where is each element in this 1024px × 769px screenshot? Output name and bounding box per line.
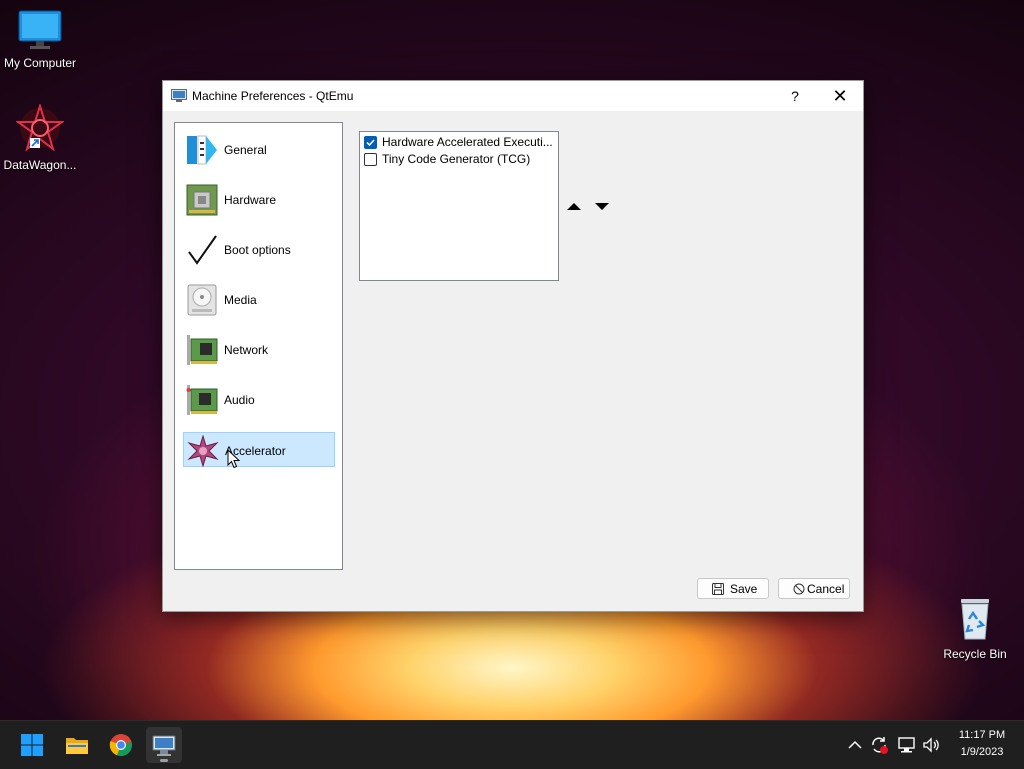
chrome-icon	[109, 734, 132, 757]
category-label: Audio	[224, 393, 255, 407]
mouse-cursor-icon	[227, 449, 240, 469]
category-label: Hardware	[224, 193, 277, 207]
active-app-indicator	[160, 759, 168, 762]
accelerator-label: Tiny Code Generator (TCG)	[382, 152, 531, 166]
checkmark-icon	[188, 235, 217, 265]
chevron-up-icon[interactable]	[845, 735, 865, 755]
help-button[interactable]: ?	[772, 81, 818, 111]
clock-time: 11:17 PM	[958, 729, 1006, 741]
qtemu-app-icon	[152, 735, 176, 756]
system-clock[interactable]: 11:17 PM 1/9/2023	[944, 727, 1020, 761]
save-button-label: Save	[730, 582, 758, 596]
category-label: Media	[224, 293, 257, 307]
monitor-icon	[18, 10, 62, 49]
category-item-hardware[interactable]: Hardware	[183, 182, 335, 217]
category-label: Boot options	[224, 243, 291, 257]
category-item-media[interactable]: Media	[183, 282, 335, 317]
save-button[interactable]: Save	[697, 578, 769, 599]
drive-icon	[187, 284, 217, 316]
floppy-disk-icon	[712, 583, 724, 595]
accelerator-list: Hardware Accelerated Executi... Tiny Cod…	[359, 131, 559, 281]
category-list: General Hardware Boot options Media Netw…	[174, 122, 343, 570]
accelerator-row-haxm[interactable]: Hardware Accelerated Executi...	[364, 134, 554, 151]
desktop-icon-label: DataWagon...	[3, 158, 77, 172]
category-item-accelerator[interactable]: Accelerator	[183, 432, 335, 467]
recycle-bin-icon	[961, 599, 989, 640]
desktop-icon-my-computer[interactable]: My Computer	[0, 10, 80, 70]
window-title: Machine Preferences - QtEmu	[192, 89, 354, 103]
accelerator-checkbox-unchecked[interactable]	[364, 153, 377, 166]
cancel-button[interactable]: Cancel	[778, 578, 850, 599]
title-bar[interactable]: Machine Preferences - QtEmu ? ✕	[163, 81, 863, 111]
taskbar-qtemu[interactable]	[146, 727, 182, 763]
datawagon-logo-icon	[14, 102, 66, 152]
taskbar: 11:17 PM 1/9/2023	[0, 720, 1024, 769]
desktop-icon-datawagon[interactable]: DataWagon...	[0, 102, 80, 172]
qtemu-app-icon	[171, 89, 187, 102]
desktop-icon-label: Recycle Bin	[943, 647, 1007, 661]
check-icon	[366, 139, 375, 147]
category-item-audio[interactable]: Audio	[183, 382, 335, 417]
taskbar-file-explorer[interactable]	[59, 727, 95, 763]
network-card-icon	[187, 335, 218, 365]
accelerator-star-icon	[187, 435, 219, 467]
network-icon[interactable]	[897, 735, 917, 755]
category-item-network[interactable]: Network	[183, 332, 335, 367]
accelerator-checkbox-checked[interactable]	[364, 136, 377, 149]
hardware-icon	[186, 184, 218, 216]
move-down-button[interactable]	[591, 195, 613, 217]
close-button[interactable]: ✕	[817, 81, 863, 111]
desktop-icon-label: My Computer	[3, 56, 77, 70]
category-label: Network	[224, 343, 269, 357]
start-button[interactable]	[14, 727, 50, 763]
category-item-boot-options[interactable]: Boot options	[183, 232, 335, 267]
audio-card-icon	[186, 385, 218, 415]
triangle-down-icon	[595, 203, 609, 210]
accelerator-label: Hardware Accelerated Executi...	[382, 135, 553, 149]
cancel-circle-icon	[793, 583, 805, 595]
desktop-icon-recycle-bin[interactable]: Recycle Bin	[935, 597, 1015, 661]
clock-date: 1/9/2023	[960, 746, 1004, 758]
volume-icon[interactable]	[921, 735, 941, 755]
move-up-button[interactable]	[563, 195, 585, 217]
cancel-button-label: Cancel	[807, 582, 845, 596]
category-item-general[interactable]: General	[183, 132, 335, 167]
folder-icon	[66, 738, 88, 754]
windows-logo-icon	[21, 734, 43, 756]
general-icon	[187, 135, 217, 165]
sync-alert-icon[interactable]	[869, 735, 889, 755]
taskbar-chrome[interactable]	[103, 727, 139, 763]
accelerator-row-tcg[interactable]: Tiny Code Generator (TCG)	[364, 151, 554, 168]
category-label: General	[224, 143, 267, 157]
triangle-up-icon	[567, 203, 581, 210]
machine-preferences-window: Machine Preferences - QtEmu ? ✕ General	[162, 80, 864, 612]
